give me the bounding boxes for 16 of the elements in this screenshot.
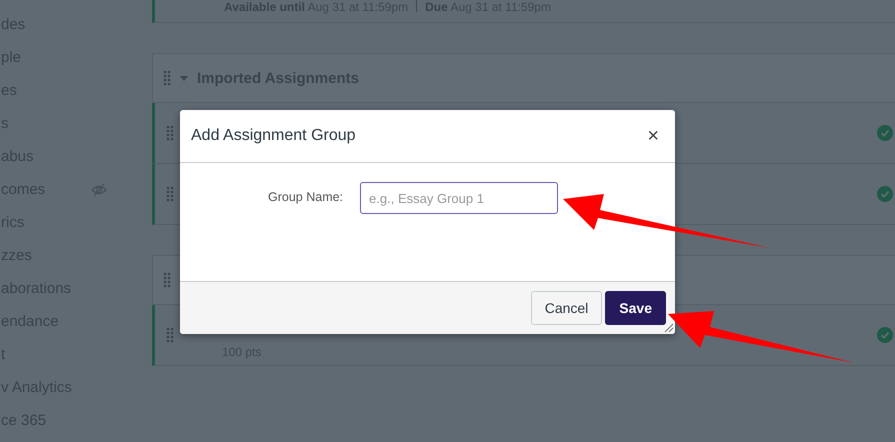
field-label: Group Name: xyxy=(268,189,344,204)
resize-handle-icon[interactable] xyxy=(662,321,674,333)
dialog-title: Add Assignment Group xyxy=(191,127,356,145)
published-check-icon[interactable] xyxy=(877,327,893,343)
published-check-icon[interactable] xyxy=(877,125,893,141)
published-check-icon[interactable] xyxy=(877,186,893,202)
drag-handle-icon[interactable] xyxy=(163,272,171,288)
caret-icon[interactable] xyxy=(180,76,188,80)
save-button[interactable]: Save xyxy=(605,291,666,325)
drag-handle-icon[interactable] xyxy=(166,327,174,343)
drag-handle-icon[interactable] xyxy=(163,70,171,86)
close-button[interactable]: × xyxy=(643,124,663,148)
group-name-field[interactable]: e.g., Essay Group 1 xyxy=(360,182,558,214)
drag-handle-icon[interactable] xyxy=(166,125,174,141)
cancel-button[interactable]: Cancel xyxy=(530,291,602,325)
drag-handle-icon[interactable] xyxy=(166,186,174,202)
